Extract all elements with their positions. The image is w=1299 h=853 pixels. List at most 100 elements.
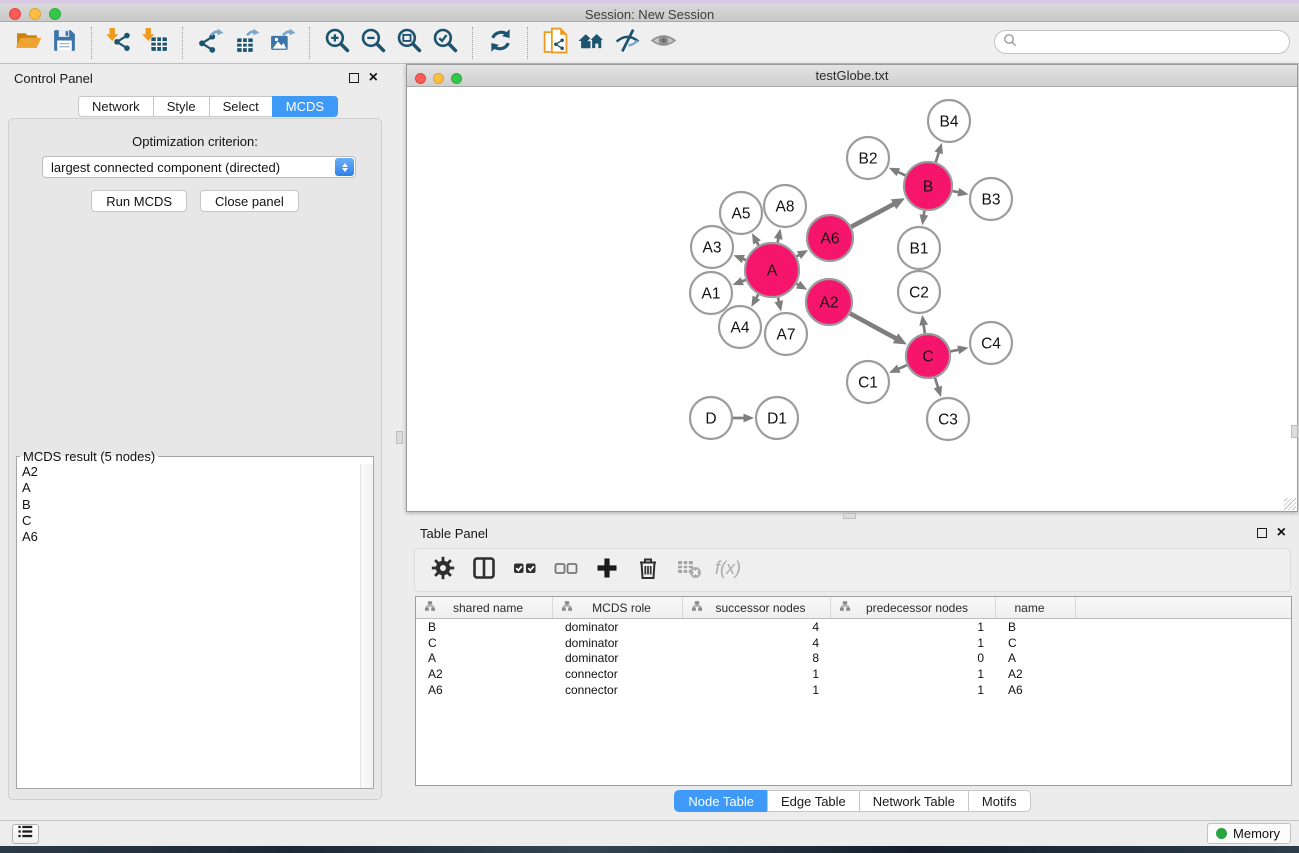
cell[interactable]: 1 <box>683 667 831 681</box>
cell[interactable]: B <box>416 620 553 634</box>
select-all-button[interactable] <box>509 554 541 586</box>
graph-edge-A-A5[interactable] <box>752 233 761 245</box>
export-table-button[interactable] <box>228 25 264 61</box>
criterion-dropdown[interactable]: largest connected component (directed) <box>42 156 356 178</box>
horizontal-splitter-handle[interactable] <box>843 513 856 519</box>
graph-node-B4[interactable]: B4 <box>928 100 970 142</box>
graph-edge-A-A6[interactable] <box>797 250 809 259</box>
zoom-in-button[interactable] <box>319 25 355 61</box>
float-panel-icon[interactable] <box>349 73 359 83</box>
column-header-predecessor-nodes[interactable]: predecessor nodes <box>831 597 996 618</box>
tab-edge-table[interactable]: Edge Table <box>767 790 860 812</box>
graph-edge-C-C2[interactable] <box>919 315 928 333</box>
cell[interactable]: connector <box>553 667 683 681</box>
mcds-result-item[interactable]: B <box>17 497 360 513</box>
graph-node-B1[interactable]: B1 <box>898 227 940 269</box>
tab-network[interactable]: Network <box>78 96 154 117</box>
close-panel-button[interactable]: Close panel <box>200 190 299 212</box>
graph-node-D[interactable]: D <box>690 397 732 439</box>
graph-node-A4[interactable]: A4 <box>719 306 761 348</box>
cell[interactable]: 8 <box>683 651 831 665</box>
graph-node-A7[interactable]: A7 <box>765 313 807 355</box>
cell[interactable]: 1 <box>831 620 996 634</box>
column-header-name[interactable]: name <box>996 597 1076 618</box>
export-image-button[interactable] <box>264 25 300 61</box>
graph-edge-C-C4[interactable] <box>951 346 969 355</box>
mcds-result-item[interactable]: C <box>17 513 360 529</box>
table-row[interactable]: A2connector11A2 <box>416 666 1291 682</box>
graph-edge-B-B3[interactable] <box>953 188 969 197</box>
cell[interactable]: 4 <box>683 620 831 634</box>
graph-edge-C-C1[interactable] <box>889 365 907 373</box>
graph-node-A3[interactable]: A3 <box>691 226 733 268</box>
graph-edge-B-B1[interactable] <box>920 211 929 226</box>
cell[interactable]: 1 <box>831 636 996 650</box>
graph-node-A6[interactable]: A6 <box>807 215 853 261</box>
graph-edge-A-A4[interactable] <box>751 294 760 307</box>
cell[interactable]: C <box>996 636 1076 650</box>
graph-node-B3[interactable]: B3 <box>970 178 1012 220</box>
save-button[interactable] <box>46 25 82 61</box>
column-header-mcds-role[interactable]: MCDS role <box>553 597 683 618</box>
graph-edge-A-A2[interactable] <box>796 281 807 290</box>
tab-motifs[interactable]: Motifs <box>968 790 1031 812</box>
graph-edge-A2-C[interactable] <box>850 314 907 345</box>
network-file-button[interactable] <box>537 25 573 61</box>
cell[interactable]: 1 <box>831 667 996 681</box>
zoom-fit-button[interactable] <box>391 25 427 61</box>
mcds-result-item[interactable]: A <box>17 480 360 496</box>
graph-node-C3[interactable]: C3 <box>927 398 969 440</box>
graph-node-A8[interactable]: A8 <box>764 185 806 227</box>
show-graphics-details-button[interactable] <box>645 25 681 61</box>
home-button[interactable] <box>573 25 609 61</box>
graph-node-A[interactable]: A <box>745 243 799 297</box>
refresh-button[interactable] <box>482 25 518 61</box>
graph-node-A1[interactable]: A1 <box>690 272 732 314</box>
graph-edge-A6-B[interactable] <box>851 198 905 227</box>
graph-node-C4[interactable]: C4 <box>970 322 1012 364</box>
graph-edge-A-A3[interactable] <box>734 255 746 263</box>
tab-node-table[interactable]: Node Table <box>674 790 768 812</box>
run-mcds-button[interactable]: Run MCDS <box>91 190 187 212</box>
cell[interactable]: A6 <box>416 683 553 697</box>
close-panel-icon[interactable]: × <box>369 72 378 84</box>
graph-edge-D-D1[interactable] <box>733 414 754 423</box>
gear-button[interactable] <box>427 554 459 586</box>
cell[interactable]: dominator <box>553 651 683 665</box>
graph-edge-B-B4[interactable] <box>935 143 943 162</box>
columns-button[interactable] <box>468 554 500 586</box>
graph-node-B2[interactable]: B2 <box>847 137 889 179</box>
graph-node-A2[interactable]: A2 <box>806 279 852 325</box>
graph-node-C1[interactable]: C1 <box>847 361 889 403</box>
network-canvas[interactable]: A5A8A3A1A4A7B1B2B3B4C1C2C3C4DD1AA6A2BC <box>407 88 1297 511</box>
window-resize-grip[interactable] <box>1284 498 1296 510</box>
table-row[interactable]: Bdominator41B <box>416 619 1291 635</box>
vertical-splitter-handle[interactable] <box>396 431 403 444</box>
cell[interactable]: A <box>996 651 1076 665</box>
cell[interactable]: dominator <box>553 620 683 634</box>
right-splitter-handle[interactable] <box>1291 425 1298 438</box>
cell[interactable]: A2 <box>996 667 1076 681</box>
cell[interactable]: 4 <box>683 636 831 650</box>
tab-select[interactable]: Select <box>209 96 273 117</box>
table-row[interactable]: A6connector11A6 <box>416 682 1291 698</box>
export-network-button[interactable] <box>192 25 228 61</box>
graph-node-C2[interactable]: C2 <box>898 271 940 313</box>
search-input[interactable] <box>1021 35 1281 50</box>
close-table-panel-icon[interactable]: × <box>1277 527 1286 539</box>
memory-button[interactable]: Memory <box>1207 823 1291 844</box>
column-header-successor-nodes[interactable]: successor nodes <box>683 597 831 618</box>
graph-edge-C-C3[interactable] <box>934 378 942 397</box>
cell[interactable]: A6 <box>996 683 1076 697</box>
graph-edge-B-B2[interactable] <box>889 168 906 177</box>
graph-node-B[interactable]: B <box>904 162 952 210</box>
mcds-result-item[interactable]: A6 <box>17 529 360 545</box>
graph-node-C[interactable]: C <box>906 334 950 378</box>
table-row[interactable]: Cdominator41C <box>416 635 1291 651</box>
cell[interactable]: B <box>996 620 1076 634</box>
zoom-out-button[interactable] <box>355 25 391 61</box>
add-row-button[interactable] <box>591 554 623 586</box>
cell[interactable]: 1 <box>683 683 831 697</box>
graph-node-D1[interactable]: D1 <box>756 397 798 439</box>
tab-network-table[interactable]: Network Table <box>859 790 969 812</box>
